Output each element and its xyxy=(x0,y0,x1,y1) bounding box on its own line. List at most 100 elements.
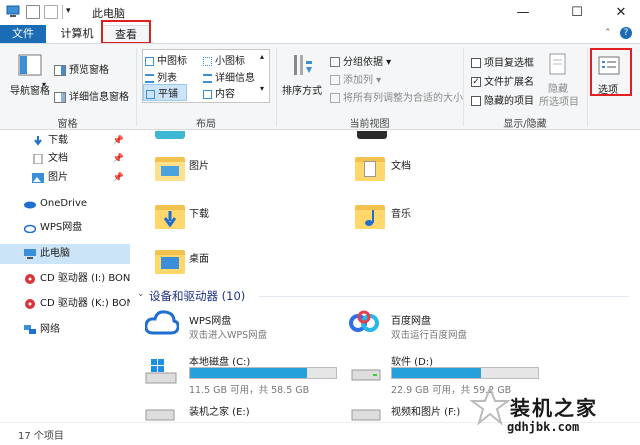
group-label-show-hide: 显示/隐藏 xyxy=(503,119,547,130)
collapse-ribbon-icon[interactable]: ⌃ xyxy=(604,28,612,38)
new-folder-icon[interactable] xyxy=(44,5,58,19)
onedrive-icon xyxy=(24,201,36,209)
nav-pane-icon xyxy=(18,54,42,76)
hidden-items-checkbox[interactable] xyxy=(471,96,481,106)
folder-downloads[interactable]: 下载 xyxy=(189,205,209,220)
drive-icon xyxy=(145,409,175,421)
cd-drive-icon xyxy=(25,299,35,309)
cloud-baidu-name[interactable]: 百度网盘 xyxy=(391,312,431,327)
drive-d-usage-bar xyxy=(391,367,539,379)
pin-icon: 📌 xyxy=(112,154,124,164)
close-button[interactable]: ✕ xyxy=(598,0,640,25)
group-label-panes: 窗格 xyxy=(57,119,78,130)
layout-content[interactable]: 内容 xyxy=(203,85,235,100)
file-content-area: 图片 文档 下载 音乐 桌面 ⌄ 设备和驱动器 (10) WPS网盘 双击进入W… xyxy=(131,131,640,422)
ribbon-tabs: 文件 计算机 查看 ⌃ ? xyxy=(0,25,640,43)
group-by-icon xyxy=(330,57,340,67)
details-pane-button[interactable]: 详细信息窗格 xyxy=(54,88,129,103)
add-column-icon xyxy=(330,75,340,85)
drive-d-usage-fill xyxy=(392,368,482,378)
hidden-items-toggle[interactable]: 隐藏的项目 xyxy=(471,92,534,107)
section-divider xyxy=(259,296,629,297)
tab-computer[interactable]: 计算机 xyxy=(52,25,102,43)
folder-music[interactable]: 音乐 xyxy=(391,205,411,220)
list-icon xyxy=(145,73,154,83)
cloud-wps-name[interactable]: WPS网盘 xyxy=(189,312,231,327)
nav-item-this-pc[interactable]: 此电脑 xyxy=(0,244,130,264)
item-checkbox-checkbox[interactable] xyxy=(471,58,481,68)
qat-dropdown-icon[interactable]: ▾ xyxy=(66,6,71,16)
item-count: 17 个项目 xyxy=(18,431,64,442)
maximize-button[interactable]: ☐ xyxy=(554,0,600,25)
file-extensions-checkbox[interactable]: ✓ xyxy=(471,77,481,87)
music-folder-icon[interactable] xyxy=(355,201,385,231)
drive-icon xyxy=(351,369,381,381)
drive-d-name[interactable]: 软件 (D:) xyxy=(391,353,433,368)
nav-item-pictures[interactable]: 图片 📌 xyxy=(0,168,130,188)
pin-icon: 📌 xyxy=(112,136,124,146)
layout-list[interactable]: 列表 xyxy=(145,69,177,84)
star-logo-icon xyxy=(470,386,510,426)
layout-medium-icons[interactable]: 中图标 xyxy=(145,52,187,67)
cloud-baidu-sub: 双击运行百度网盘 xyxy=(391,330,468,341)
folder-documents[interactable]: 文档 xyxy=(391,157,411,172)
3d-objects-folder-icon xyxy=(357,131,387,139)
devices-section-heading[interactable]: 设备和驱动器 (10) xyxy=(149,288,245,304)
drive-c-sub: 11.5 GB 可用，共 58.5 GB xyxy=(189,385,310,396)
layout-more-icon[interactable]: ▾ xyxy=(260,84,264,93)
documents-folder-icon[interactable] xyxy=(355,153,385,183)
folder-pictures[interactable]: 图片 xyxy=(189,157,209,172)
drive-icon xyxy=(351,409,381,421)
item-checkbox-toggle[interactable]: 项目复选框 xyxy=(471,54,534,69)
sort-by-button[interactable]: 排序方式 xyxy=(282,82,322,97)
details-pane-icon xyxy=(54,91,66,103)
nav-pane-dropdown-icon[interactable]: ▾ xyxy=(42,80,46,89)
nav-item-network[interactable]: 网络 xyxy=(0,320,130,340)
small-icons-icon xyxy=(203,56,212,66)
nav-item-cd-drive-i[interactable]: CD 驱动器 (I:) BON/ xyxy=(0,269,130,289)
network-icon xyxy=(24,325,36,334)
properties-icon[interactable] xyxy=(26,5,40,19)
computer-icon xyxy=(24,249,36,259)
group-label-current-view: 当前视图 xyxy=(349,119,390,130)
add-column-button[interactable]: 添加列 ▾ xyxy=(330,71,381,86)
folder-desktop[interactable]: 桌面 xyxy=(189,250,209,265)
highlight-view-tab xyxy=(101,20,151,44)
hide-selected-icon xyxy=(549,53,566,75)
preview-pane-icon xyxy=(54,64,66,76)
minimize-button[interactable]: — xyxy=(500,0,546,25)
layout-details[interactable]: 详细信息 xyxy=(203,69,255,84)
baidu-netdisk-icon xyxy=(349,310,379,332)
title-bar: ▾ 此电脑 — ☐ ✕ xyxy=(0,0,640,25)
sort-icon xyxy=(294,55,312,75)
nav-item-onedrive[interactable]: OneDrive xyxy=(0,194,130,214)
pictures-folder-icon[interactable] xyxy=(155,153,185,183)
nav-item-cd-drive-k[interactable]: CD 驱动器 (K:) BON xyxy=(0,294,130,314)
file-extensions-toggle[interactable]: ✓ 文件扩展名 xyxy=(471,73,534,88)
size-all-columns-button[interactable]: 将所有列调整为合适的大小 xyxy=(330,89,463,104)
layout-tiles[interactable]: 平铺 xyxy=(143,84,187,101)
layout-scroll-up-icon[interactable]: ▴ xyxy=(260,52,264,61)
group-by-button[interactable]: 分组依据 ▾ xyxy=(330,53,391,68)
drive-f-name[interactable]: 视频和图片 (F:) xyxy=(391,403,460,418)
help-icon[interactable]: ? xyxy=(620,27,632,39)
nav-item-downloads[interactable]: 下载 📌 xyxy=(0,131,130,151)
nav-item-wps-cloud[interactable]: WPS网盘 xyxy=(0,218,130,238)
drive-e-name[interactable]: 装机之家 (E:) xyxy=(189,403,250,418)
preview-pane-button[interactable]: 预览窗格 xyxy=(54,61,109,76)
pin-icon: 📌 xyxy=(112,173,124,183)
tab-file[interactable]: 文件 xyxy=(0,25,46,43)
videos-folder-icon xyxy=(155,131,185,139)
tiles-icon xyxy=(146,89,155,99)
hide-selected-label: 所选项目 xyxy=(539,97,579,108)
nav-item-documents[interactable]: 文档 📌 xyxy=(0,149,130,169)
layout-small-icons[interactable]: 小图标 xyxy=(203,52,245,67)
wps-cloud-drive-icon xyxy=(145,310,179,335)
downloads-folder-icon[interactable] xyxy=(155,201,185,231)
watermark-name: 装机之家 xyxy=(510,396,598,420)
drive-c-name[interactable]: 本地磁盘 (C:) xyxy=(189,353,250,368)
cd-drive-icon xyxy=(25,274,35,284)
desktop-folder-icon[interactable] xyxy=(155,246,185,276)
collapse-chevron-icon[interactable]: ⌄ xyxy=(137,289,145,299)
watermark-url: gdhjbk.com xyxy=(507,420,580,434)
